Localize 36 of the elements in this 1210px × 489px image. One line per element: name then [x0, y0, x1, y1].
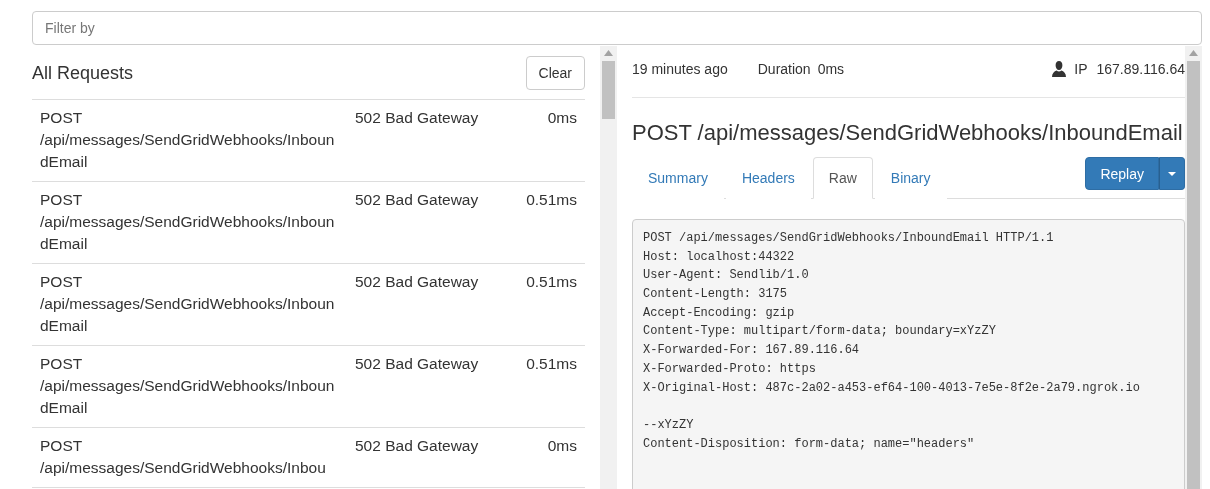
request-duration: 0.51ms	[526, 354, 577, 374]
request-status: 502 Bad Gateway	[355, 108, 480, 128]
ip-address: 167.89.116.64	[1096, 61, 1185, 77]
request-path[interactable]: POST /api/messages/SendGridWebhooks/InboundEmail	[40, 189, 340, 255]
ip-label: IP	[1074, 61, 1088, 77]
request-duration: 0ms	[547, 436, 577, 456]
duration-value: 0ms	[817, 61, 845, 77]
clear-button[interactable]: Clear	[525, 56, 585, 90]
request-time: 19 minutes ago	[632, 61, 728, 77]
request-path[interactable]: POST /api/messages/SendGridWebhooks/InboundEmail	[40, 107, 340, 173]
scrollbar[interactable]	[1185, 46, 1202, 489]
requests-title: All Requests	[32, 62, 134, 84]
request-status: 502 Bad Gateway	[355, 190, 480, 210]
request-path[interactable]: POST /api/messages/SendGridWebhooks/InboundEmail	[40, 271, 340, 337]
request-status: 502 Bad Gateway	[355, 436, 480, 456]
request-duration: 0.51ms	[526, 272, 577, 292]
request-path[interactable]: POST /api/messages/SendGridWebhooks/InboundEmail	[40, 353, 340, 419]
user-icon	[1052, 61, 1067, 77]
request-heading: POST /api/messages/SendGridWebhooks/InboundEmail	[632, 120, 1184, 145]
replay-dropdown-button[interactable]	[1159, 157, 1185, 190]
replay-button[interactable]: Replay	[1085, 157, 1159, 190]
duration-label: Duration	[757, 61, 811, 77]
caret-icon	[1168, 171, 1176, 176]
request-duration: 0.51ms	[526, 190, 577, 210]
detail-tab[interactable]: Raw	[812, 157, 873, 199]
scroll-thumb[interactable]	[602, 61, 615, 119]
scroll-up-icon[interactable]	[604, 50, 613, 56]
request-status: 502 Bad Gateway	[355, 354, 480, 374]
raw-request-text: POST /api/messages/SendGridWebhooks/InboundEmail HTTP/1.1 Host: localhost:44322 User-Agent: Sendlib/1.0 Content-Length: 3175 Accept-Encoding: gzip Content-Type: multipart/form-data; boundary=xYzZY X-Forwarded-For: 167.89.116.64 X-Forwarded-Proto: https X-Original-Host: 487c-2a02-a453-ef64-100-4013-7e5e-8f2e-2a79.ngrok.io --xYzZY Content-Disposition: form-data; name="headers"	[632, 219, 1185, 489]
request-status: 502 Bad Gateway	[355, 272, 480, 292]
request-path[interactable]: POST /api/messages/SendGridWebhooks/Inbou	[40, 435, 340, 479]
request-duration: 0ms	[547, 108, 577, 128]
scrollbar[interactable]	[600, 46, 617, 489]
scroll-thumb[interactable]	[1187, 61, 1200, 489]
filter-field[interactable]: Filter by	[32, 11, 1202, 45]
scroll-up-icon[interactable]	[1189, 50, 1198, 56]
